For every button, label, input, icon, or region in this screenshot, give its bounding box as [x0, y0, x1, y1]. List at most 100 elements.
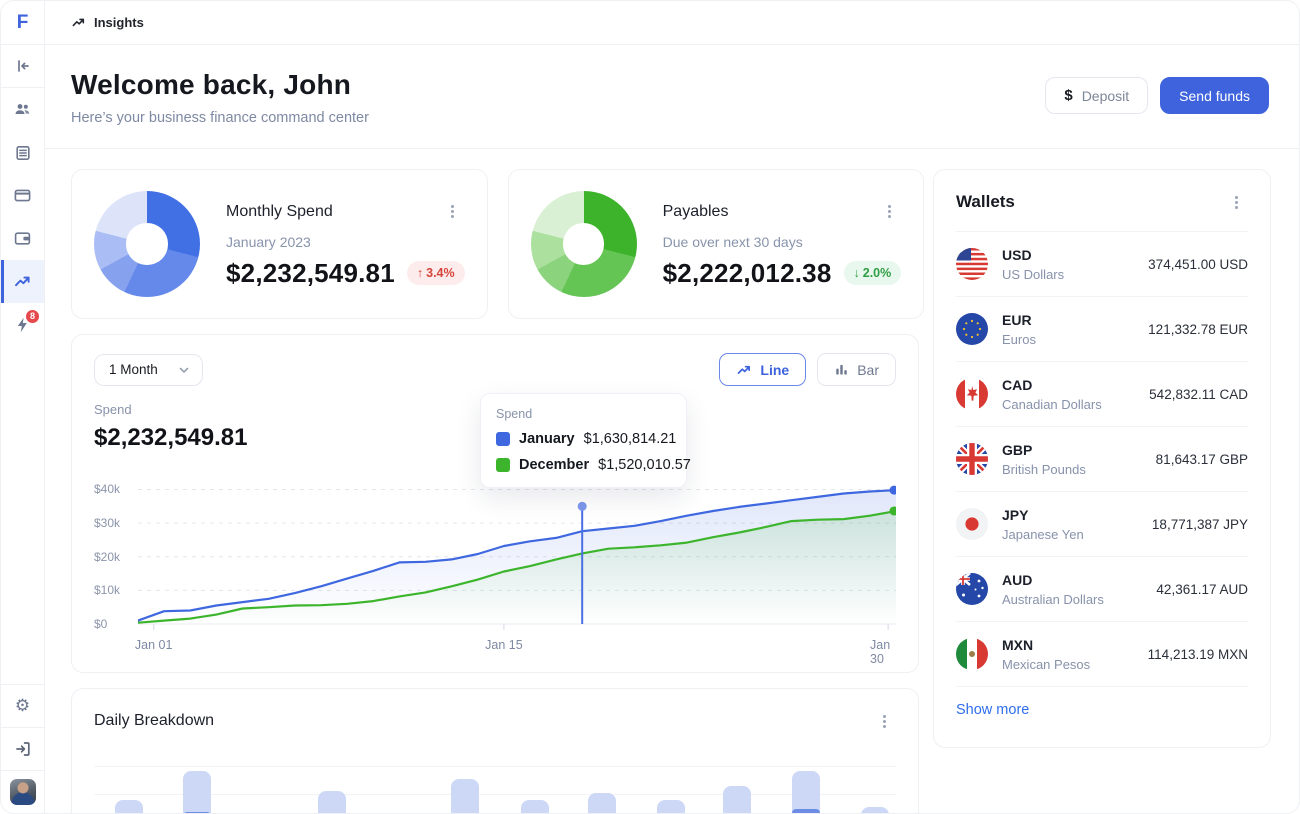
sidebar-item-users[interactable] — [1, 88, 44, 131]
kebab-icon — [1235, 201, 1238, 204]
eur-flag-icon — [956, 313, 988, 345]
wallet-row[interactable]: EUREuros121,332.78 EUR — [956, 297, 1248, 362]
tooltip-series-label: January — [519, 431, 575, 447]
page-header: Welcome back, John Here’s your business … — [71, 45, 1269, 148]
gridline — [94, 794, 896, 795]
daily-bar[interactable] — [657, 800, 685, 814]
wallet-row[interactable]: USDUS Dollars374,451.00 USD — [956, 232, 1248, 297]
daily-bar[interactable] — [115, 800, 143, 814]
kebab-icon — [451, 210, 454, 213]
gridline — [94, 766, 896, 767]
daily-breakdown-card: Daily Breakdown — [71, 688, 919, 814]
spend-line-chart[interactable] — [138, 466, 896, 634]
sidebar-bottom: ⚙ — [1, 684, 44, 813]
payables-donut-chart[interactable] — [531, 191, 637, 297]
y-tick-label: $30k — [94, 516, 120, 530]
wallet-row[interactable]: GBPBritish Pounds81,643.17 GBP — [956, 427, 1248, 492]
sidebar-item-collapse[interactable] — [1, 45, 44, 88]
wallet-name: US Dollars — [1002, 267, 1064, 282]
mxn-flag-icon — [956, 638, 988, 670]
jpy-flag-icon — [956, 508, 988, 540]
user-avatar — [10, 779, 36, 805]
wallet-row[interactable]: MXNMexican Pesos114,213.19 MXN — [956, 622, 1248, 687]
daily-bar[interactable] — [521, 800, 549, 814]
line-toggle-button[interactable]: Line — [719, 353, 806, 386]
tooltip-row: December$1,520,010.57 — [496, 457, 671, 473]
deposit-button[interactable]: $ Deposit — [1045, 77, 1148, 114]
sidebar-item-profile[interactable] — [1, 770, 44, 813]
show-more-link[interactable]: Show more — [956, 687, 1248, 718]
daily-bar[interactable] — [318, 791, 346, 814]
wallet-code: CAD — [1002, 377, 1102, 393]
chevron-down-icon — [178, 364, 190, 376]
bar-toggle-button[interactable]: Bar — [817, 353, 896, 386]
wallet-balance: 374,451.00 USD — [1148, 257, 1248, 272]
range-select[interactable]: 1 Month — [94, 354, 203, 386]
series-swatch-icon — [496, 432, 510, 446]
breadcrumb-insights-icon — [71, 15, 86, 30]
wallet-balance: 114,213.19 MXN — [1148, 647, 1248, 662]
spend-chart-card: 1 Month Line Bar — [71, 334, 919, 673]
wallet-row[interactable]: AUDAustralian Dollars42,361.17 AUD — [956, 557, 1248, 622]
y-tick-label: $0 — [94, 617, 107, 631]
tooltip-series-value: $1,630,814.21 — [584, 431, 677, 447]
wallet-name: Australian Dollars — [1002, 592, 1104, 607]
daily-bar[interactable] — [451, 779, 479, 814]
sidebar: F 8 ⚙ — [1, 1, 45, 813]
payables-amount: $2,222,012.38 — [663, 258, 832, 289]
daily-bar[interactable] — [723, 786, 751, 814]
wallet-row[interactable]: JPYJapanese Yen18,771,387 JPY — [956, 492, 1248, 557]
wallets-menu-button[interactable] — [1224, 190, 1248, 214]
sidebar-item-cards[interactable] — [1, 174, 44, 217]
daily-bar[interactable] — [183, 771, 211, 814]
wallet-name: Euros — [1002, 332, 1036, 347]
gbp-flag-icon — [956, 443, 988, 475]
daily-bar[interactable] — [792, 771, 820, 814]
wallet-row[interactable]: CADCanadian Dollars542,832.11 CAD — [956, 362, 1248, 427]
sidebar-item-settings[interactable]: ⚙ — [1, 684, 44, 727]
daily-bar-highlight — [792, 809, 820, 814]
sidebar-item-wallet[interactable] — [1, 217, 44, 260]
chart-cursor-dot — [578, 502, 587, 511]
kebab-icon — [883, 720, 886, 723]
y-axis-labels: $40k$30k$20k$10k$0 — [94, 466, 138, 634]
daily-breakdown-menu-button[interactable] — [872, 709, 896, 733]
sidebar-item-invoices[interactable] — [1, 131, 44, 174]
y-tick-label: $10k — [94, 583, 120, 597]
sidebar-item-logout[interactable] — [1, 727, 44, 770]
payables-card: Payables Due over next 30 days $2,222,01… — [508, 169, 925, 319]
monthly-spend-donut-chart[interactable] — [94, 191, 200, 297]
collapse-sidebar-icon — [14, 57, 32, 75]
app-logo[interactable]: F — [1, 1, 44, 45]
series-swatch-icon — [496, 458, 510, 472]
daily-bar[interactable] — [588, 793, 616, 814]
main-area: Insights Welcome back, John Here’s your … — [45, 1, 1299, 813]
send-funds-button[interactable]: Send funds — [1160, 77, 1269, 114]
app-window: F 8 ⚙ — [0, 0, 1300, 814]
daily-bar[interactable] — [861, 807, 889, 814]
monthly-spend-amount: $2,232,549.81 — [226, 258, 395, 289]
payables-period: Due over next 30 days — [663, 234, 902, 250]
monthly-spend-delta-badge: ↑ 3.4% — [407, 261, 465, 285]
aud-flag-icon — [956, 573, 988, 605]
invoice-list-icon — [14, 144, 32, 162]
x-tick-label: Jan 30 — [870, 638, 890, 666]
gear-icon: ⚙ — [15, 696, 30, 716]
monthly-spend-title: Monthly Spend — [226, 203, 333, 221]
page-subtitle: Here’s your business finance command cen… — [71, 110, 369, 126]
page-title: Welcome back, John — [71, 69, 369, 101]
topbar: Insights — [45, 1, 1299, 45]
wallets-title: Wallets — [956, 192, 1015, 212]
payables-menu-button[interactable] — [877, 200, 901, 224]
daily-breakdown-title: Daily Breakdown — [94, 712, 214, 730]
cad-flag-icon — [956, 378, 988, 410]
wallet-code: AUD — [1002, 572, 1104, 588]
sidebar-item-activity[interactable]: 8 — [1, 303, 44, 346]
kebab-icon — [888, 210, 891, 213]
tooltip-row: January$1,630,814.21 — [496, 431, 671, 447]
wallet-name: Japanese Yen — [1002, 527, 1084, 542]
wallet-code: EUR — [1002, 312, 1036, 328]
sidebar-item-insights[interactable] — [1, 260, 44, 303]
notification-badge: 8 — [26, 310, 39, 323]
monthly-spend-menu-button[interactable] — [441, 200, 465, 224]
